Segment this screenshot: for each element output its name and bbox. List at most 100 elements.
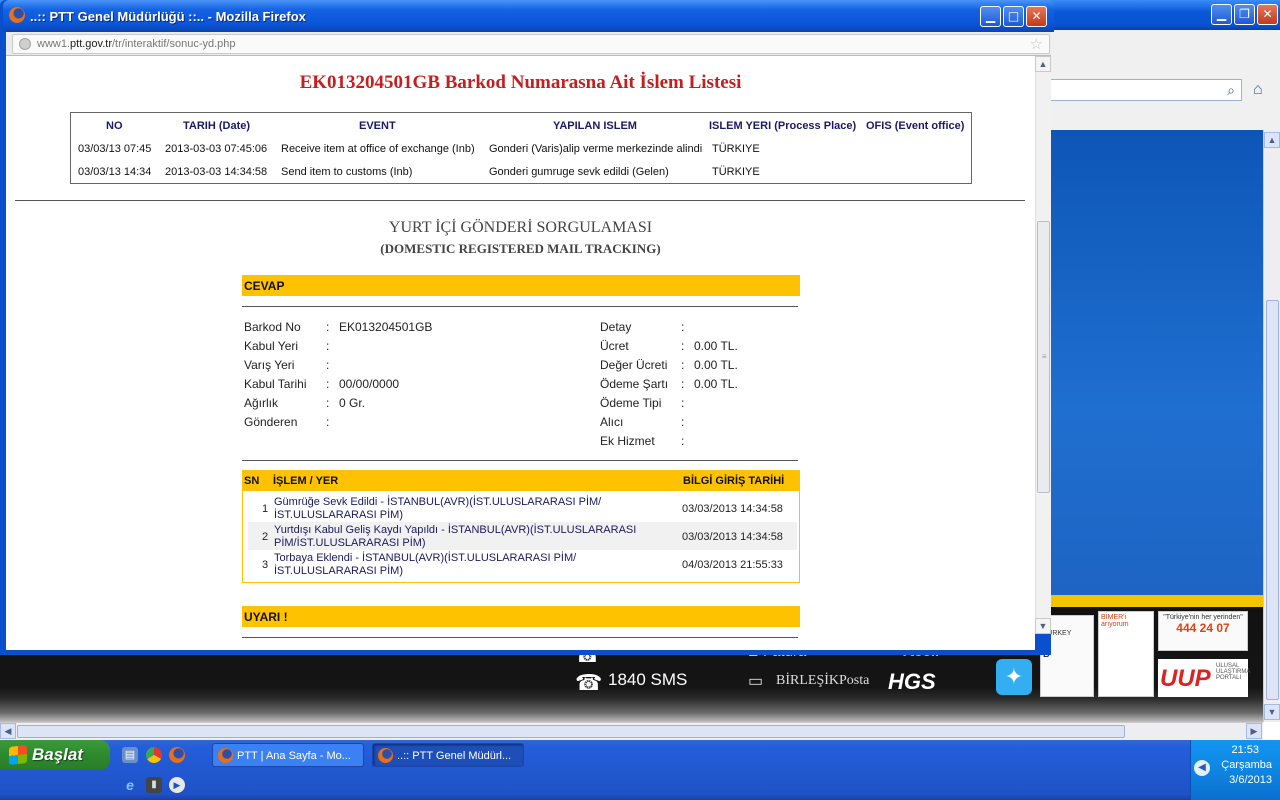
divider [242, 637, 798, 638]
field-label: Değer Ücreti [600, 358, 668, 372]
bimer-thumbnail[interactable]: BİMER'i arıyorum [1098, 611, 1154, 697]
field-value: 0.00 TL. [694, 339, 738, 353]
scroll-up-arrow[interactable]: ▲ [1264, 132, 1280, 148]
field-sep: : [681, 396, 685, 410]
clock-time[interactable]: 21:53 [1191, 744, 1259, 756]
laptop-icon: ▭ [748, 673, 764, 690]
background-yellow-strip [1050, 595, 1263, 607]
field-label: Ücret [600, 339, 629, 353]
twitter-icon[interactable]: ✦ [996, 659, 1032, 695]
field-value: 0.00 TL. [694, 377, 738, 391]
ptt-tracking-popup-window: ..:: PTT Genel Müdürlüğü ::.. - Mozilla … [0, 0, 1054, 655]
birlesik-posta-link[interactable]: BİRLEŞİKPosta [776, 673, 869, 689]
uup-logo-text: UUP [1160, 665, 1211, 692]
field-sep: : [681, 339, 685, 353]
maximize-button[interactable]: □ [1003, 6, 1024, 27]
scroll-left-arrow[interactable]: ◀ [0, 723, 16, 739]
scroll-down-arrow[interactable]: ▼ [1035, 618, 1051, 634]
table-row: 1 Gümrüğe Sevk Edildi - İSTANBUL(AVR)(İS… [248, 494, 797, 522]
field-value: 0 Gr. [339, 396, 366, 410]
field-label: Ağırlık [244, 396, 279, 410]
field-label: Kabul Tarihi [244, 377, 307, 391]
url-prefix: www1. [37, 38, 71, 50]
scroll-thumb[interactable]: ≡ [1037, 221, 1050, 493]
field-sep: : [326, 339, 330, 353]
event-table-header: YAPILAN ISLEM [553, 120, 637, 132]
tray-collapse-icon[interactable]: ◀ [1194, 760, 1210, 776]
bg-restore-button[interactable]: ❐ [1234, 4, 1255, 25]
taskbar-item-ptt-genel[interactable]: ..:: PTT Genel Müdürl... [372, 743, 524, 767]
chrome-icon[interactable] [146, 747, 162, 763]
page-heading: EK013204501GB Barkod Numarasna Ait İslem… [299, 72, 742, 93]
field-label: Alıcı [600, 415, 624, 429]
process-table-header-bar: SN İŞLEM / YER BİLGİ GİRİŞ TARİHİ [242, 470, 800, 491]
table-row: 2 Yurtdışı Kabul Geliş Kaydı Yapıldı - İ… [248, 522, 797, 550]
uyari-bar: UYARI ! [242, 606, 800, 627]
background-horizontal-scrollbar[interactable]: ◀ ▶ [0, 722, 1263, 740]
window-title: ..:: PTT Genel Müdürlüğü ::.. - Mozilla … [30, 9, 306, 24]
url-field[interactable]: www1.ptt.gov.tr/tr/interaktif/sonuc-yd.p… [12, 34, 1050, 54]
taskbar-item-ptt-anasayfa[interactable]: PTT | Ana Sayfa - Mo... [212, 743, 364, 767]
bookmark-star-icon[interactable]: ☆ [1030, 35, 1043, 53]
row-sn: 2 [262, 531, 269, 543]
show-desktop-icon[interactable]: ▤ [122, 747, 138, 763]
windows-taskbar: Başlat ▤ e ▮ ▶ PTT | Ana Sayfa - Mo... .… [0, 740, 1280, 800]
scroll-grip-icon: ≡ [1042, 352, 1047, 361]
minimize-button[interactable]: ▁ [980, 6, 1001, 27]
horizontal-scroll-thumb[interactable] [17, 725, 1125, 738]
uup-logo[interactable]: UUP ULUSAL ULAŞTIRMA PORTALI [1158, 659, 1250, 697]
scroll-down-arrow[interactable]: ▼ [1264, 704, 1280, 720]
internet-explorer-icon[interactable]: e [122, 777, 138, 793]
row-date: 03/03/2013 14:34:58 [682, 531, 783, 543]
event-table-header: NO [106, 120, 123, 132]
page-vertical-scrollbar[interactable]: ▲ ≡ ▼ [1035, 56, 1051, 634]
close-button[interactable]: ✕ [1026, 6, 1047, 27]
row-text: Yurtdışı Kabul Geliş Kaydı Yapıldı - İST… [274, 524, 637, 549]
task-label: ..:: PTT Genel Müdürl... [397, 750, 512, 762]
field-label: Barkod No [244, 320, 301, 334]
window-bottom-border [6, 650, 1051, 655]
divider [15, 200, 1025, 201]
event-table: NO TARIH (Date) EVENT YAPILAN ISLEM ISLE… [70, 112, 972, 184]
process-header-sn: SN [244, 475, 260, 487]
field-sep: : [681, 415, 685, 429]
window-titlebar[interactable]: ..:: PTT Genel Müdürlüğü ::.. - Mozilla … [3, 0, 1054, 32]
start-button[interactable]: Başlat [0, 740, 110, 770]
event-cell: Send item to customs (Inb) [281, 166, 413, 178]
hgs-link[interactable]: HGS [888, 669, 936, 695]
cevap-bar: CEVAP [242, 275, 800, 296]
system-tray: ◀ 21:53 Çarşamba 3/6/2013 [1190, 740, 1280, 800]
url-domain: ptt.gov.tr [70, 38, 112, 50]
event-table-header: OFIS (Event office) [866, 120, 965, 132]
bg-close-button[interactable]: ✕ [1257, 4, 1278, 25]
field-value: 0.00 TL. [694, 358, 738, 372]
row-sn: 1 [262, 503, 269, 515]
scroll-thumb[interactable] [1266, 300, 1279, 700]
firefox-icon [378, 748, 393, 763]
phone-ad-title: "Türkiye'nin her yerinden" [1163, 614, 1243, 621]
process-table-body: 1 Gümrüğe Sevk Edildi - İSTANBUL(AVR)(İS… [242, 491, 800, 583]
device-icon[interactable]: ▮ [146, 777, 162, 793]
scroll-up-arrow[interactable]: ▲ [1035, 56, 1051, 72]
field-label: Ödeme Tipi [600, 396, 662, 410]
field-sep: : [681, 358, 685, 372]
scroll-right-arrow[interactable]: ▶ [1246, 723, 1262, 739]
background-search-input[interactable]: ⌕ [1050, 79, 1242, 101]
media-player-icon[interactable]: ▶ [169, 777, 185, 793]
bg-minimize-button[interactable]: ▁ [1211, 4, 1232, 25]
background-vertical-scrollbar[interactable]: ▲ ▼ [1263, 130, 1280, 722]
firefox-icon[interactable] [169, 747, 185, 763]
sms-link[interactable]: 1840 SMS [608, 670, 687, 690]
field-sep: : [681, 377, 685, 391]
phone-ad-thumbnail[interactable]: "Türkiye'nin her yerinden" 444 24 07 [1158, 611, 1248, 651]
start-label: Başlat [32, 745, 84, 764]
field-label: Kabul Yeri [244, 339, 299, 353]
home-icon[interactable]: ⌂ [1253, 81, 1263, 99]
field-sep: : [326, 377, 330, 391]
search-icon[interactable]: ⌕ [1227, 82, 1235, 99]
field-sep: : [681, 434, 685, 448]
row-text: Torbaya Eklendi - İSTANBUL(AVR)(İST.ULUS… [274, 552, 577, 577]
event-cell: Gonderi (Varis)alip verme merkezinde ali… [489, 143, 703, 155]
field-label: Detay [600, 320, 632, 334]
field-value: EK013204501GB [339, 320, 433, 334]
